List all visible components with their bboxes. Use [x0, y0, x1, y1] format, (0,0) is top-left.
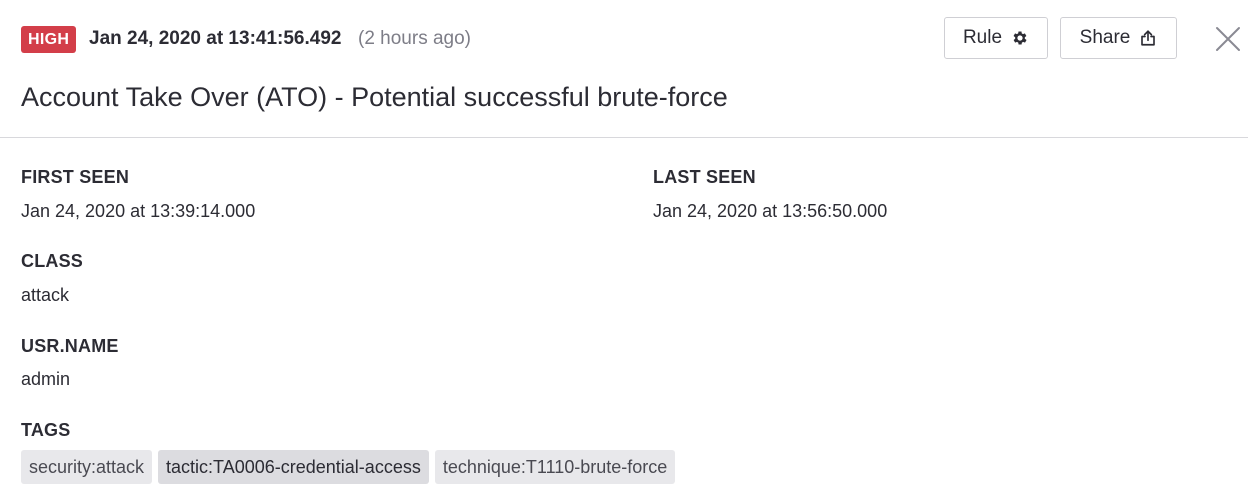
close-icon[interactable]	[1214, 25, 1242, 53]
signal-title: Account Take Over (ATO) - Potential succ…	[21, 82, 728, 112]
signal-timestamp: Jan 24, 2020 at 13:41:56.492	[89, 28, 342, 49]
share-button[interactable]: Share	[1060, 17, 1177, 59]
tag-list: security:attack tactic:TA0006-credential…	[21, 450, 676, 484]
signal-header: HIGH Jan 24, 2020 at 13:41:56.492 (2 hou…	[0, 0, 1248, 138]
class-value: attack	[21, 285, 70, 305]
usr-name-value: admin	[21, 369, 71, 389]
tag-security-attack[interactable]: security:attack	[21, 450, 153, 484]
tag-technique[interactable]: technique:T1110-brute-force	[434, 450, 676, 484]
class-label: CLASS	[21, 251, 84, 271]
rule-button-label: Rule	[962, 27, 1003, 48]
tag-tactic[interactable]: tactic:TA0006-credential-access	[158, 450, 429, 484]
tags-label: TAGS	[21, 420, 71, 440]
first-seen-value: Jan 24, 2020 at 13:39:14.000	[21, 201, 256, 221]
share-button-label: Share	[1079, 27, 1131, 48]
gear-icon	[1011, 29, 1029, 47]
last-seen-label: LAST SEEN	[653, 167, 756, 187]
share-icon	[1139, 29, 1157, 47]
last-seen-value: Jan 24, 2020 at 13:56:50.000	[653, 201, 888, 221]
usr-name-label: USR.NAME	[21, 336, 119, 356]
relative-time: (2 hours ago)	[358, 28, 472, 49]
first-seen-label: FIRST SEEN	[21, 167, 130, 187]
rule-button[interactable]: Rule	[944, 17, 1048, 59]
severity-badge: HIGH	[21, 26, 77, 53]
